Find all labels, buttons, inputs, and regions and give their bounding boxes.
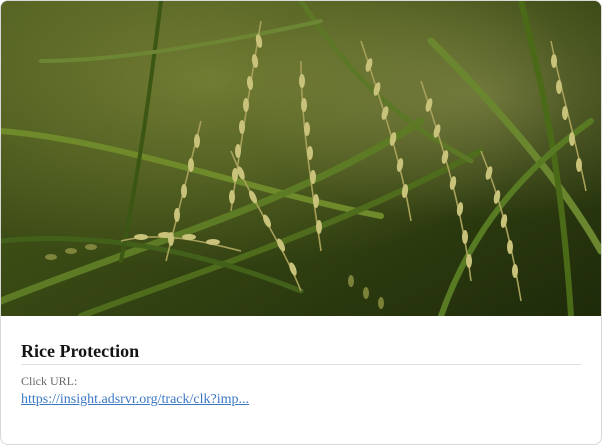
card-title: Rice Protection [21,341,140,361]
divider [21,364,581,365]
click-url-label: Click URL: [21,374,78,388]
rice-plants-image [1,1,601,316]
click-url-link[interactable]: https://insight.adsrvr.org/track/clk?imp… [21,392,249,408]
ad-preview-card: Rice Protection Click URL: https://insig… [0,0,602,445]
